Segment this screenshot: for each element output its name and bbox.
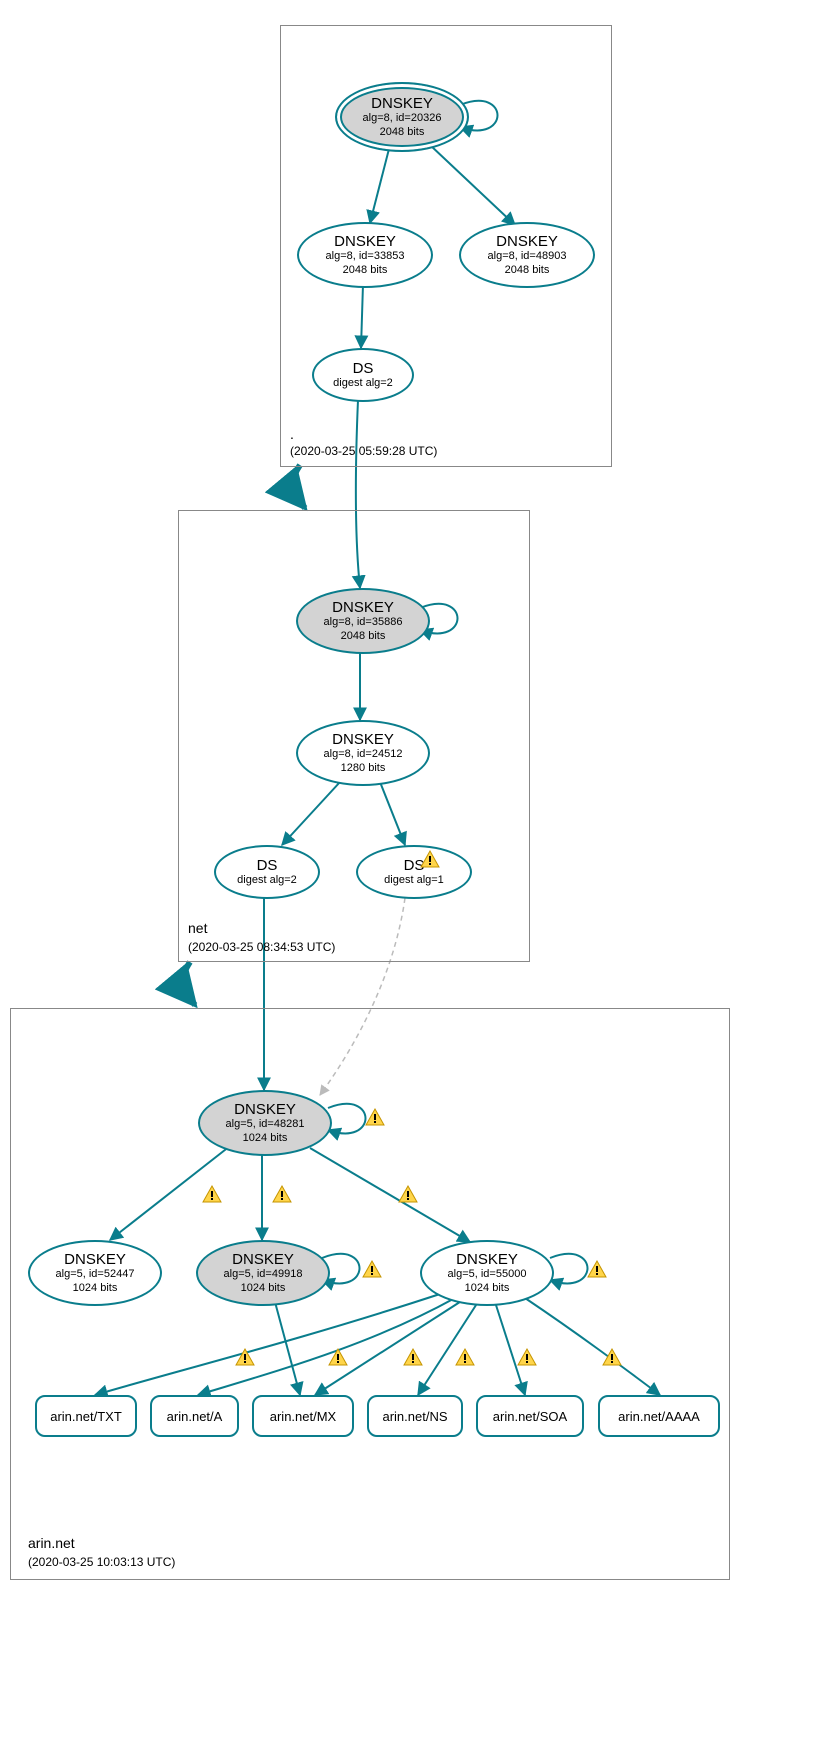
- dnskey-net-ksk: DNSKEY alg=8, id=35886 2048 bits: [296, 588, 430, 654]
- node-detail: 1280 bits: [341, 762, 386, 775]
- rrset-label: arin.net/NS: [382, 1409, 447, 1424]
- node-detail: alg=8, id=24512: [324, 748, 403, 761]
- rrset-mx: arin.net/MX: [252, 1395, 354, 1437]
- dnskey-root-zsk1: DNSKEY alg=8, id=33853 2048 bits: [297, 222, 433, 288]
- node-detail: alg=8, id=35886: [324, 616, 403, 629]
- zone-arin-label: arin.net: [28, 1535, 75, 1551]
- node-title: DNSKEY: [456, 1251, 518, 1268]
- node-detail: 1024 bits: [465, 1282, 510, 1295]
- rrset-txt: arin.net/TXT: [35, 1395, 137, 1437]
- node-title: DNSKEY: [234, 1101, 296, 1118]
- node-title: DNSKEY: [332, 731, 394, 748]
- rrset-label: arin.net/AAAA: [618, 1409, 700, 1424]
- node-detail: alg=8, id=20326: [363, 112, 442, 125]
- rrset-label: arin.net/TXT: [50, 1409, 122, 1424]
- rrset-label: arin.net/SOA: [493, 1409, 567, 1424]
- zone-arin-timestamp: (2020-03-25 10:03:13 UTC): [28, 1555, 175, 1569]
- node-detail: alg=8, id=48903: [488, 250, 567, 263]
- diagram-canvas: . (2020-03-25 05:59:28 UTC) net (2020-03…: [0, 0, 819, 1742]
- node-detail: 1024 bits: [243, 1132, 288, 1145]
- zone-net-label: net: [188, 920, 207, 936]
- node-title: DS: [257, 857, 278, 874]
- zone-net-timestamp: (2020-03-25 08:34:53 UTC): [188, 940, 335, 954]
- ds-net-2: DS digest alg=1: [356, 845, 472, 899]
- node-detail: 2048 bits: [341, 630, 386, 643]
- node-title: DNSKEY: [496, 233, 558, 250]
- rrset-soa: arin.net/SOA: [476, 1395, 584, 1437]
- dnskey-root-ksk: DNSKEY alg=8, id=20326 2048 bits: [335, 82, 469, 152]
- node-title: DS: [353, 360, 374, 377]
- rrset-a: arin.net/A: [150, 1395, 239, 1437]
- node-title: DNSKEY: [332, 599, 394, 616]
- dnskey-arin-2: DNSKEY alg=5, id=49918 1024 bits: [196, 1240, 330, 1306]
- zone-root-label: .: [290, 426, 294, 442]
- node-detail: 1024 bits: [73, 1282, 118, 1295]
- node-detail: digest alg=2: [237, 874, 297, 887]
- ds-root: DS digest alg=2: [312, 348, 414, 402]
- node-detail: alg=8, id=33853: [326, 250, 405, 263]
- node-title: DNSKEY: [371, 95, 433, 112]
- node-detail: 2048 bits: [505, 264, 550, 277]
- node-detail: alg=5, id=48281: [226, 1118, 305, 1131]
- node-detail: 2048 bits: [343, 264, 388, 277]
- node-title: DS: [404, 857, 425, 874]
- node-detail: alg=5, id=52447: [56, 1268, 135, 1281]
- rrset-ns: arin.net/NS: [367, 1395, 463, 1437]
- dnskey-root-zsk2: DNSKEY alg=8, id=48903 2048 bits: [459, 222, 595, 288]
- node-detail: digest alg=1: [384, 874, 444, 887]
- node-detail: 1024 bits: [241, 1282, 286, 1295]
- dnskey-net-zsk: DNSKEY alg=8, id=24512 1280 bits: [296, 720, 430, 786]
- rrset-label: arin.net/MX: [270, 1409, 336, 1424]
- node-title: DNSKEY: [64, 1251, 126, 1268]
- dnskey-arin-ksk: DNSKEY alg=5, id=48281 1024 bits: [198, 1090, 332, 1156]
- node-detail: alg=5, id=55000: [448, 1268, 527, 1281]
- node-title: DNSKEY: [334, 233, 396, 250]
- dnskey-arin-3: DNSKEY alg=5, id=55000 1024 bits: [420, 1240, 554, 1306]
- node-detail: alg=5, id=49918: [224, 1268, 303, 1281]
- node-title: DNSKEY: [232, 1251, 294, 1268]
- ds-net-1: DS digest alg=2: [214, 845, 320, 899]
- dnskey-arin-1: DNSKEY alg=5, id=52447 1024 bits: [28, 1240, 162, 1306]
- rrset-label: arin.net/A: [167, 1409, 223, 1424]
- node-detail: digest alg=2: [333, 377, 393, 390]
- rrset-aaaa: arin.net/AAAA: [598, 1395, 720, 1437]
- node-detail: 2048 bits: [380, 126, 425, 139]
- zone-root-timestamp: (2020-03-25 05:59:28 UTC): [290, 444, 437, 458]
